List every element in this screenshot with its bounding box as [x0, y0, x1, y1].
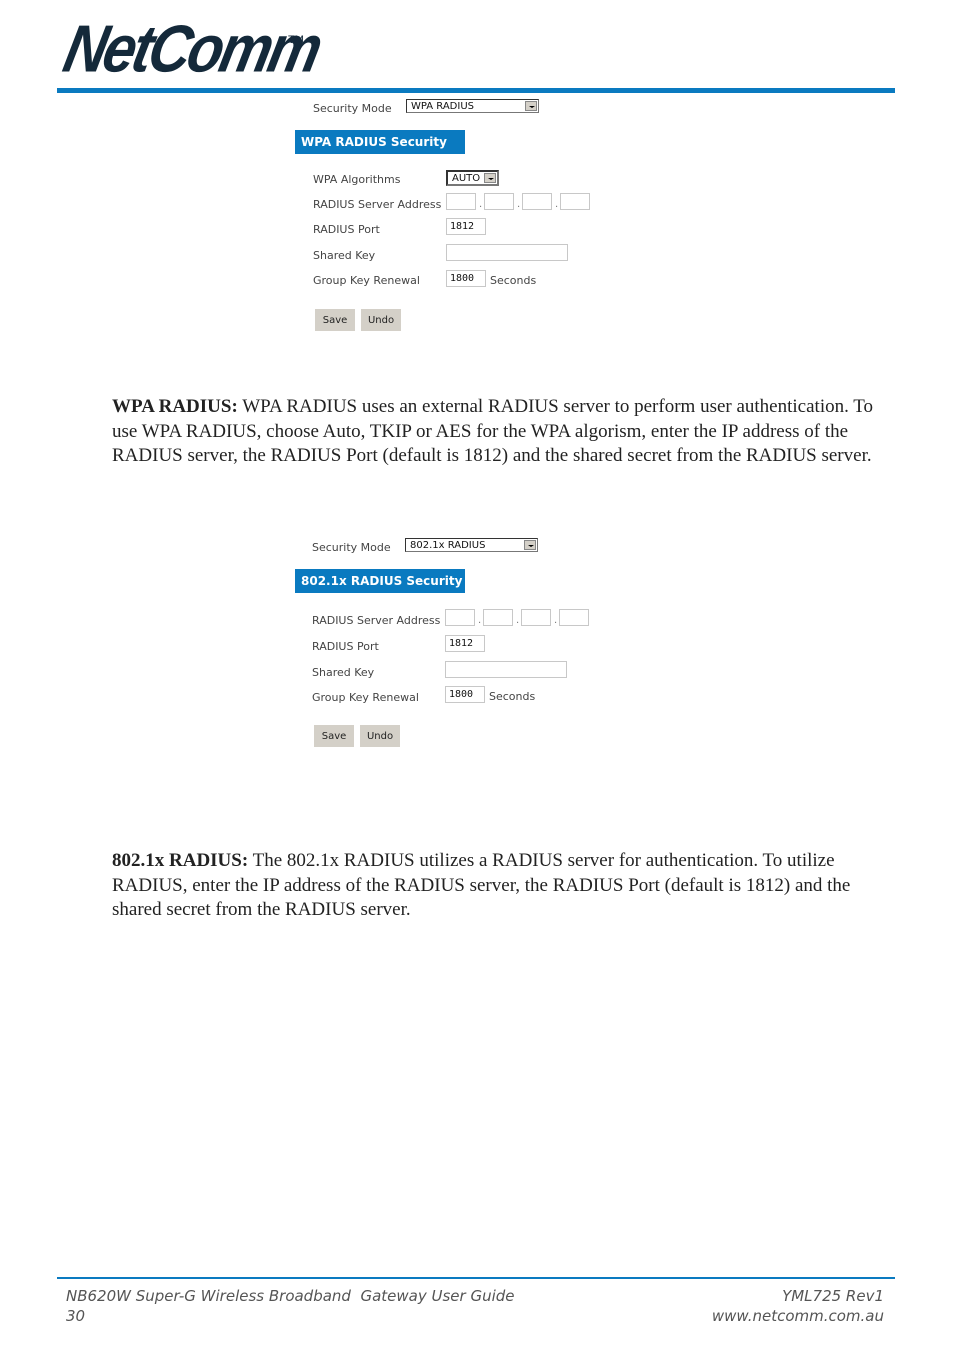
- dot1x-radius-panel: Security Mode 802.1x RADIUS 802.1x RADIU…: [295, 535, 615, 760]
- ip-separator: .: [516, 615, 520, 626]
- security-mode-select[interactable]: WPA RADIUS: [406, 99, 539, 113]
- security-mode-value: WPA RADIUS: [411, 101, 474, 112]
- ip-octet-3[interactable]: [522, 193, 552, 210]
- undo-button[interactable]: Undo: [360, 725, 400, 747]
- security-mode-value: 802.1x RADIUS: [410, 540, 486, 551]
- shared-key-label: Shared Key: [312, 665, 375, 679]
- renewal-unit: Seconds: [489, 690, 536, 703]
- ip-separator: .: [479, 199, 483, 210]
- group-key-renewal-row: Group Key Renewal: [312, 687, 444, 707]
- ip-octet-1[interactable]: [445, 609, 475, 626]
- ip-octet-2[interactable]: [484, 193, 514, 210]
- chevron-down-icon[interactable]: [525, 101, 537, 111]
- wpa-algorithms-row: WPA Algorithms: [313, 169, 445, 189]
- wpa-algorithms-value: AUTO: [452, 173, 481, 184]
- chevron-down-icon[interactable]: [524, 540, 536, 550]
- header-rule: [57, 88, 895, 93]
- ip-separator: .: [555, 199, 559, 210]
- save-button[interactable]: Save: [314, 725, 354, 747]
- section-banner: 802.1x RADIUS Security: [295, 569, 465, 593]
- port-label: RADIUS Port: [312, 639, 379, 653]
- website-link[interactable]: www.netcomm.com.au: [712, 1306, 884, 1326]
- ip-octet-4[interactable]: [560, 193, 590, 210]
- shared-key-input[interactable]: [446, 244, 568, 261]
- group-key-renewal-label: Group Key Renewal: [312, 690, 419, 704]
- logo-wordmark: NetComm: [57, 11, 327, 87]
- ip-separator: .: [517, 199, 521, 210]
- ip-separator: .: [554, 615, 558, 626]
- shared-key-label: Shared Key: [313, 248, 376, 262]
- footer-rule: [57, 1277, 895, 1279]
- ip-octet-1[interactable]: [446, 193, 476, 210]
- port-input[interactable]: 1812: [446, 218, 486, 235]
- description-term: WPA RADIUS:: [112, 396, 238, 417]
- ip-octet-4[interactable]: [559, 609, 589, 626]
- port-row: RADIUS Port: [312, 636, 444, 656]
- wpa-radius-description: WPA RADIUS: WPA RADIUS uses an external …: [112, 395, 887, 469]
- port-label: RADIUS Port: [313, 222, 380, 236]
- shared-key-row: Shared Key: [313, 245, 445, 265]
- shared-key-input[interactable]: [445, 661, 567, 678]
- renewal-unit: Seconds: [490, 274, 537, 287]
- page-number: 30: [66, 1307, 86, 1325]
- group-key-renewal-input[interactable]: 1800: [445, 686, 485, 703]
- group-key-renewal-input[interactable]: 1800: [446, 270, 486, 287]
- shared-key-row: Shared Key: [312, 662, 444, 682]
- group-key-renewal-row: Group Key Renewal: [313, 270, 445, 290]
- dot1x-radius-description: 802.1x RADIUS: The 802.1x RADIUS utilize…: [112, 849, 892, 923]
- chevron-down-icon[interactable]: [484, 173, 496, 183]
- footer-left: NB620W Super-G Wireless Broadband Gatewa…: [66, 1286, 515, 1326]
- group-key-renewal-label: Group Key Renewal: [313, 273, 420, 287]
- ip-octet-2[interactable]: [483, 609, 513, 626]
- server-address-label: RADIUS Server Address: [313, 197, 442, 211]
- server-address-row: RADIUS Server Address: [313, 194, 445, 214]
- trademark-mark: TM: [288, 34, 304, 46]
- netcomm-logo: NetComm TM: [58, 12, 327, 87]
- save-button[interactable]: Save: [315, 309, 355, 331]
- guide-title: NB620W Super-G Wireless Broadband Gatewa…: [66, 1287, 515, 1305]
- wpa-algorithms-select[interactable]: AUTO: [446, 170, 499, 186]
- undo-button[interactable]: Undo: [361, 309, 401, 331]
- wpa-radius-panel: Security Mode WPA RADIUS WPA RADIUS Secu…: [295, 96, 615, 341]
- security-mode-select[interactable]: 802.1x RADIUS: [405, 538, 538, 552]
- ip-octet-3[interactable]: [521, 609, 551, 626]
- doc-code: YML725 Rev1: [782, 1287, 884, 1305]
- server-address-row: RADIUS Server Address: [312, 610, 444, 630]
- description-term: 802.1x RADIUS:: [112, 850, 249, 871]
- server-address-label: RADIUS Server Address: [312, 613, 441, 627]
- section-banner: WPA RADIUS Security: [295, 130, 465, 154]
- port-row: RADIUS Port: [313, 219, 445, 239]
- wpa-algorithms-label: WPA Algorithms: [313, 172, 401, 186]
- port-input[interactable]: 1812: [445, 635, 485, 652]
- ip-separator: .: [478, 615, 482, 626]
- footer-right: YML725 Rev1 www.netcomm.com.au: [712, 1286, 884, 1326]
